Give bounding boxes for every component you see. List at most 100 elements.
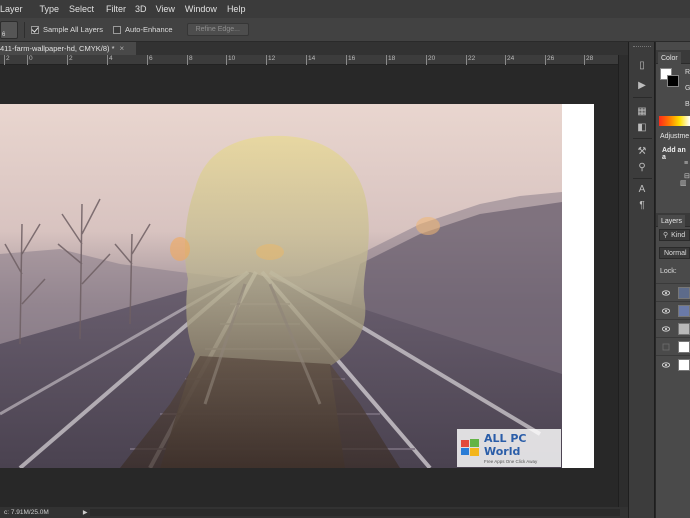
layer-thumbnail [678,341,690,353]
paragraph-icon[interactable]: ¶ [634,198,650,212]
menu-view[interactable]: View [156,4,183,14]
auto-enhance-checkbox[interactable]: Auto-Enhance [113,25,173,34]
ruler-label: 16 [348,55,356,62]
layer-row[interactable] [656,319,690,337]
visibility-eye-icon[interactable] [661,289,671,297]
ruler-label: 26 [547,55,555,62]
vertical-scrollbar[interactable] [618,55,628,507]
styles-icon[interactable]: ◧ [634,120,650,134]
layer-row[interactable] [656,301,690,319]
layer-thumbnail [678,323,690,335]
menu-bar: Layer Type Select Filter 3D View Window … [0,0,690,18]
adjustments-prompt: Add an a [662,147,686,161]
ruler-label: 18 [388,55,396,62]
options-bar: 6 Sample All Layers Auto-Enhance Refine … [0,18,690,42]
layer-thumbnail [678,305,690,317]
divider [24,21,25,38]
ruler-label: 14 [308,55,316,62]
ruler-label: 24 [507,55,515,62]
red-channel-label: R [685,69,690,76]
levels-icon[interactable]: ≡ [684,160,690,168]
menu-3d[interactable]: 3D [135,4,155,14]
blend-mode-value: Normal [664,249,687,257]
canvas-area[interactable]: ALL PC World Free Apps One Click Away [0,65,618,507]
close-icon[interactable]: × [120,44,125,53]
status-bar: c: 7.91M/25.0M ▶ [0,507,628,518]
clone-source-icon[interactable]: ⚲ [634,160,650,174]
document-canvas[interactable]: ALL PC World Free Apps One Click Away [0,104,594,468]
watermark-subtitle: Free Apps One Click Away [484,459,538,464]
character-icon[interactable]: A [634,182,650,196]
tab-layers[interactable]: Layers [658,215,686,227]
visibility-eye-icon[interactable] [661,361,671,369]
brush-size-picker[interactable]: 6 [0,20,18,39]
brush-size-value: 6 [2,31,6,38]
ruler-label: 6 [149,55,153,62]
layer-thumbnail [678,287,690,299]
ruler-label: 4 [109,55,113,62]
double-exposure-image [0,104,562,468]
menu-window[interactable]: Window [185,4,225,14]
menu-filter[interactable]: Filter [106,4,134,14]
ruler-label: 2 [6,55,10,62]
ruler-label: 0 [29,55,33,62]
tab-adjustments[interactable]: Adjustme [660,133,689,140]
color-spectrum[interactable] [659,116,690,126]
kind-label: Kind [671,231,686,239]
green-channel-label: G [685,85,690,92]
checkbox-unchecked-icon [113,25,122,34]
layer-kind-filter[interactable]: ⚲ Kind [659,229,690,241]
auto-enhance-label: Auto-Enhance [125,25,173,34]
history-icon[interactable]: ▯ [634,58,650,72]
tab-color[interactable]: Color [658,52,681,64]
watermark-text: ALL PC World Free Apps One Click Away [484,432,561,464]
ruler-label: 20 [428,55,436,62]
brush-presets-icon[interactable]: ⚒ [634,144,650,158]
sample-all-layers-label: Sample All Layers [43,25,104,34]
ruler-label: 28 [586,55,594,62]
document-tab-title: 411-farm-wallpaper-hd, CMYK/8) * [0,44,115,53]
layers-panel-header: Layers [656,213,690,227]
sample-all-layers-checkbox[interactable]: Sample All Layers [31,25,103,34]
ruler-label: 2 [69,55,73,62]
actions-play-icon[interactable]: ▶ [634,78,650,92]
divider [633,178,652,179]
layer-row[interactable] [656,283,690,301]
document-size-status: c: 7.91M/25.0M [4,509,49,516]
photo-illustration [0,104,562,468]
ruler-label: 10 [228,55,236,62]
background-color-swatch[interactable] [667,75,679,87]
status-menu-arrow-icon[interactable]: ▶ [83,509,88,516]
panel-icon-strip: ▯ ▶ ▦ ◧ ⚒ ⚲ A ¶ [628,42,655,518]
divider [633,97,652,98]
layer-row[interactable] [656,337,690,355]
blend-mode-select[interactable]: Normal [659,247,690,259]
layer-thumbnail [678,359,690,371]
horizontal-scrollbar[interactable] [90,509,620,516]
ruler-label: 12 [268,55,276,62]
menu-help[interactable]: Help [227,4,254,14]
right-panel-dock: Color R G B Adjustme Add an a ≡ ⊟ ▥ Laye… [656,42,690,518]
hue-saturation-icon[interactable]: ▥ [680,179,688,187]
swatches-icon[interactable]: ▦ [634,104,650,118]
panel-grip[interactable] [633,46,651,49]
watermark: ALL PC World Free Apps One Click Away [457,429,561,467]
blue-channel-label: B [685,101,690,108]
checkbox-checked-icon [31,25,39,34]
menu-type[interactable]: Type [40,4,68,14]
layer-row[interactable] [656,355,690,373]
lock-label: Lock: [660,268,677,275]
divider [633,138,652,139]
menu-layer[interactable]: Layer [0,4,31,14]
search-icon: ⚲ [663,232,669,239]
document-tab[interactable]: 411-farm-wallpaper-hd, CMYK/8) * × [0,42,136,55]
refine-edge-button[interactable]: Refine Edge... [186,23,249,36]
watermark-title: ALL PC World [484,432,527,458]
document-tab-bar: 411-farm-wallpaper-hd, CMYK/8) * × [0,42,628,55]
visibility-eye-icon[interactable] [661,307,671,315]
horizontal-ruler: 2 0 2 4 6 8 10 12 14 16 18 20 22 24 26 2… [0,55,618,65]
visibility-eye-icon[interactable] [661,325,671,333]
visibility-eye-icon[interactable] [662,343,670,351]
color-panel-header: Color [656,50,690,64]
menu-select[interactable]: Select [69,4,102,14]
